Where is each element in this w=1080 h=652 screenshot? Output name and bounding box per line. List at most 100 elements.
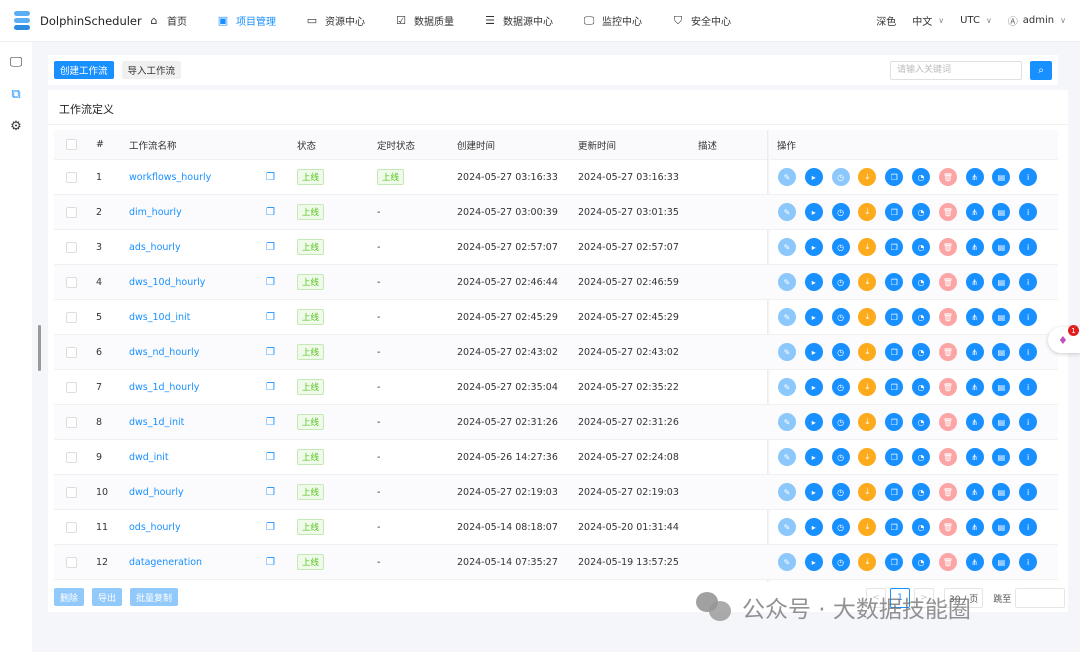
cron-manage-button[interactable]: ◔	[911, 343, 930, 361]
copy-button[interactable]: ❐	[885, 343, 904, 361]
copy-button[interactable]: ❐	[885, 273, 904, 291]
info-button[interactable]: i	[1019, 308, 1038, 326]
download-button[interactable]: ⤓	[858, 168, 877, 186]
copy-name-icon[interactable]: ❐	[266, 277, 275, 288]
copy-button[interactable]: ❐	[885, 518, 904, 536]
run-button[interactable]: ▸	[804, 378, 823, 396]
info-button[interactable]: i	[1019, 238, 1038, 256]
delete-button[interactable]: 🗑	[938, 168, 957, 186]
timing-button[interactable]: ◷	[831, 553, 850, 571]
cron-manage-button[interactable]: ◔	[911, 273, 930, 291]
version-button[interactable]: ▤	[992, 518, 1011, 536]
run-button[interactable]: ▸	[804, 308, 823, 326]
cron-manage-button[interactable]: ◔	[911, 448, 930, 466]
export-button[interactable]: 导出	[92, 588, 123, 606]
create-workflow-button[interactable]: 创建工作流	[54, 61, 114, 79]
version-button[interactable]: ▤	[992, 413, 1011, 431]
copy-name-icon[interactable]: ❐	[266, 452, 275, 463]
tree-button[interactable]: ⋔	[965, 483, 984, 501]
edit-button[interactable]: ✎	[778, 308, 796, 326]
edit-button[interactable]: ✎	[778, 413, 796, 431]
gear-icon[interactable]: ⚙	[0, 110, 32, 142]
copy-button[interactable]: ❐	[885, 238, 904, 256]
cron-manage-button[interactable]: ◔	[911, 238, 930, 256]
copy-name-icon[interactable]: ❐	[266, 347, 275, 358]
workflow-name-link[interactable]: dim_hourly	[129, 207, 182, 218]
select-all-checkbox[interactable]	[66, 139, 77, 150]
workflow-name-link[interactable]: ods_hourly	[129, 522, 181, 533]
user-menu[interactable]: admin	[1023, 15, 1054, 26]
copy-name-icon[interactable]: ❐	[266, 557, 275, 568]
copy-name-icon[interactable]: ❐	[266, 487, 275, 498]
workflow-name-link[interactable]: dws_1d_hourly	[129, 382, 199, 393]
row-checkbox[interactable]	[66, 276, 77, 288]
timezone-select[interactable]: UTC	[960, 15, 980, 26]
workflow-name-link[interactable]: dws_10d_hourly	[129, 277, 205, 288]
copy-button[interactable]: ❐	[885, 168, 904, 186]
edit-button[interactable]: ✎	[778, 238, 796, 256]
version-button[interactable]: ▤	[992, 238, 1011, 256]
copy-name-icon[interactable]: ❐	[266, 172, 275, 183]
run-button[interactable]: ▸	[804, 483, 823, 501]
download-button[interactable]: ⤓	[858, 518, 877, 536]
download-button[interactable]: ⤓	[858, 238, 877, 256]
timing-button[interactable]: ◷	[831, 343, 850, 361]
copy-name-icon[interactable]: ❐	[266, 382, 275, 393]
cron-manage-button[interactable]: ◔	[911, 553, 930, 571]
run-button[interactable]: ▸	[804, 448, 823, 466]
workflow-name-link[interactable]: datageneration	[129, 557, 202, 568]
version-button[interactable]: ▤	[992, 553, 1011, 571]
timing-button[interactable]: ◷	[831, 203, 850, 221]
version-button[interactable]: ▤	[992, 448, 1011, 466]
row-checkbox[interactable]	[66, 451, 77, 463]
copy-name-icon[interactable]: ❐	[266, 417, 275, 428]
row-checkbox[interactable]	[66, 241, 77, 253]
edit-button[interactable]: ✎	[778, 483, 796, 501]
floating-widget[interactable]: ♦ 1	[1048, 325, 1080, 353]
tree-button[interactable]: ⋔	[965, 518, 984, 536]
delete-button[interactable]: 🗑	[938, 483, 957, 501]
info-button[interactable]: i	[1019, 203, 1038, 221]
timing-button[interactable]: ◷	[831, 238, 850, 256]
edit-button[interactable]: ✎	[778, 203, 796, 221]
download-button[interactable]: ⤓	[858, 413, 877, 431]
cron-manage-button[interactable]: ◔	[911, 378, 930, 396]
copy-name-icon[interactable]: ❐	[266, 242, 275, 253]
edit-button[interactable]: ✎	[778, 273, 796, 291]
search-button[interactable]: ⌕	[1030, 60, 1052, 80]
delete-button[interactable]: 🗑	[938, 448, 957, 466]
tree-button[interactable]: ⋔	[965, 168, 984, 186]
timing-button[interactable]: ◷	[831, 378, 850, 396]
nav-item-0[interactable]: ⌂ 首页	[148, 13, 188, 28]
language-select[interactable]: 中文	[912, 13, 932, 28]
info-button[interactable]: i	[1019, 413, 1038, 431]
workflow-name-link[interactable]: dws_1d_init	[129, 417, 184, 428]
run-button[interactable]: ▸	[804, 273, 823, 291]
row-checkbox[interactable]	[66, 171, 77, 183]
row-checkbox[interactable]	[66, 206, 77, 218]
delete-button[interactable]: 🗑	[938, 518, 957, 536]
info-button[interactable]: i	[1019, 518, 1038, 536]
run-button[interactable]: ▸	[804, 518, 823, 536]
batch-copy-button[interactable]: 批量复制	[130, 588, 179, 606]
edit-button[interactable]: ✎	[778, 518, 796, 536]
nav-item-6[interactable]: ⛉ 安全中心	[672, 13, 731, 29]
tree-button[interactable]: ⋔	[965, 553, 984, 571]
copy-button[interactable]: ❐	[885, 203, 904, 221]
download-button[interactable]: ⤓	[858, 308, 877, 326]
cron-manage-button[interactable]: ◔	[911, 413, 930, 431]
workflow-name-link[interactable]: ads_hourly	[129, 242, 181, 253]
timing-button[interactable]: ◷	[831, 168, 850, 186]
delete-button[interactable]: 🗑	[938, 308, 957, 326]
version-button[interactable]: ▤	[992, 308, 1011, 326]
workflow-icon[interactable]: ⧉	[0, 78, 32, 110]
download-button[interactable]: ⤓	[858, 343, 877, 361]
info-button[interactable]: i	[1019, 553, 1038, 571]
timing-button[interactable]: ◷	[831, 273, 850, 291]
tree-button[interactable]: ⋔	[965, 203, 984, 221]
delete-button[interactable]: 删除	[54, 588, 85, 606]
workflow-name-link[interactable]: dwd_init	[129, 452, 169, 463]
cron-manage-button[interactable]: ◔	[911, 308, 930, 326]
edit-button[interactable]: ✎	[778, 378, 796, 396]
cron-manage-button[interactable]: ◔	[911, 483, 930, 501]
